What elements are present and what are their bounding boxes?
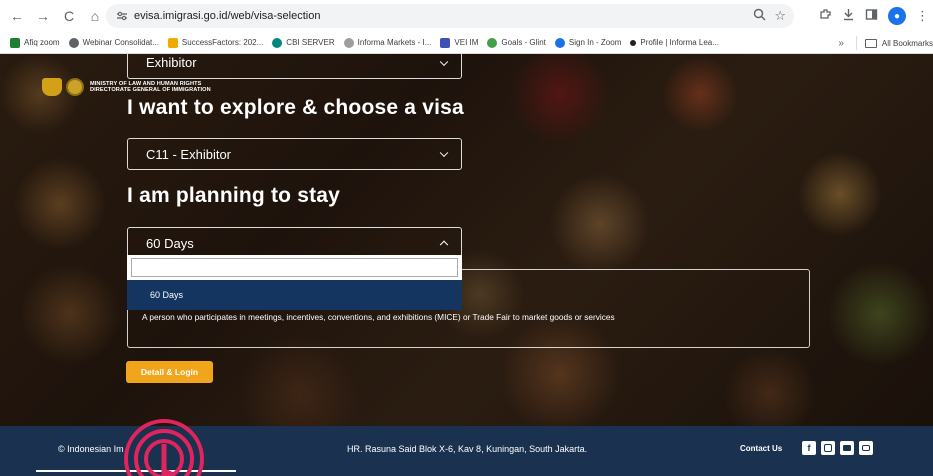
- bookmark-favicon: [487, 37, 498, 48]
- extensions-icon[interactable]: [819, 8, 832, 24]
- forward-button[interactable]: →: [32, 5, 54, 27]
- bookmark-favicon: [440, 37, 451, 48]
- side-panel-icon[interactable]: [865, 8, 878, 24]
- dropdown-search-input[interactable]: [131, 258, 458, 277]
- detail-login-button[interactable]: Detail & Login: [126, 361, 213, 383]
- visa-type-select[interactable]: C11 - Exhibitor: [127, 138, 462, 170]
- all-bookmarks-button[interactable]: All Bookmarks: [882, 39, 933, 48]
- bookmark-profile-informa[interactable]: Profile | Informa Lea...: [630, 38, 719, 47]
- zoom-icon[interactable]: [753, 8, 766, 24]
- bookmark-afiq-zoom[interactable]: Afiq zoom: [10, 37, 60, 48]
- bookmark-favicon: [554, 37, 565, 48]
- home-button[interactable]: ⌂: [84, 5, 106, 27]
- address-bar[interactable]: evisa.imigrasi.go.id/web/visa-selection …: [106, 4, 794, 28]
- dropdown-option-60-days[interactable]: 60 Days: [127, 280, 462, 310]
- menu-icon[interactable]: ⋮: [916, 8, 929, 24]
- visitor-type-value: Exhibitor: [146, 55, 197, 70]
- live-chat-icon[interactable]: [122, 414, 207, 476]
- visa-description-text: A person who participates in meetings, i…: [142, 312, 615, 322]
- bookmark-favicon: [630, 39, 637, 46]
- contact-us-link[interactable]: Contact Us: [740, 444, 782, 453]
- bookmark-favicon: [343, 37, 354, 48]
- stay-duration-dropdown: 60 Days: [127, 255, 462, 310]
- bookmarks-overflow-button[interactable]: »: [838, 38, 844, 49]
- bookmark-goals-glint[interactable]: Goals - Glint: [487, 37, 546, 48]
- chevron-down-icon: [439, 148, 449, 158]
- bookmark-favicon: [272, 37, 283, 48]
- stay-duration-value: 60 Days: [146, 235, 194, 251]
- social-links: f: [802, 441, 873, 455]
- visa-heading: I want to explore & choose a visa: [127, 96, 464, 119]
- browser-toolbar: ← → C ⌂ evisa.imigrasi.go.id/web/visa-se…: [0, 0, 933, 32]
- twitter-icon[interactable]: [840, 441, 854, 455]
- profile-avatar[interactable]: ●: [888, 7, 906, 25]
- web-page: MINISTRY OF LAW AND HUMAN RIGHTS DIRECTO…: [0, 54, 933, 476]
- visitor-type-select[interactable]: Exhibitor: [127, 54, 462, 79]
- bookmarks-separator: [855, 36, 857, 50]
- site-logo[interactable]: MINISTRY OF LAW AND HUMAN RIGHTS DIRECTO…: [42, 78, 211, 96]
- folder-icon: [864, 38, 877, 48]
- bookmark-webinar[interactable]: Webinar Consolidat...: [68, 37, 159, 48]
- bookmark-favicon: [68, 37, 79, 48]
- bookmark-favicon: [167, 37, 178, 48]
- instagram-icon[interactable]: [821, 441, 835, 455]
- chevron-up-icon: [439, 240, 449, 250]
- bookmark-sign-in-zoom[interactable]: Sign In - Zoom: [554, 37, 621, 48]
- back-button[interactable]: ←: [6, 5, 28, 27]
- bookmark-cbi-server[interactable]: CBI SERVER: [272, 37, 335, 48]
- stay-heading: I am planning to stay: [127, 184, 341, 207]
- bookmarks-bar: Afiq zoom Webinar Consolidat... SuccessF…: [0, 32, 933, 54]
- bookmark-favicon: [10, 37, 20, 48]
- star-icon[interactable]: ☆: [774, 8, 786, 24]
- footer-address: HR. Rasuna Said Blok X-6, Kav 8, Kuninga…: [347, 444, 588, 454]
- bookmark-vei-im[interactable]: VEI IM: [440, 37, 478, 48]
- url-text: evisa.imigrasi.go.id/web/visa-selection: [134, 10, 321, 22]
- visa-type-value: C11 - Exhibitor: [146, 146, 232, 162]
- bookmark-successfactors[interactable]: SuccessFactors: 202...: [167, 37, 263, 48]
- site-settings-icon[interactable]: [114, 8, 130, 24]
- logo-line-directorate: DIRECTORATE GENERAL OF IMMIGRATION: [90, 87, 211, 93]
- bookmark-informa-markets[interactable]: Informa Markets - I...: [343, 37, 431, 48]
- youtube-icon[interactable]: [859, 441, 873, 455]
- immigration-seal-icon: [66, 78, 84, 96]
- chevron-down-icon: [439, 57, 449, 66]
- garuda-emblem-icon: [42, 78, 62, 96]
- download-icon[interactable]: [842, 8, 855, 24]
- facebook-icon[interactable]: f: [802, 441, 816, 455]
- footer-copyright: © Indonesian Im: [58, 444, 124, 454]
- reload-button[interactable]: C: [58, 5, 80, 27]
